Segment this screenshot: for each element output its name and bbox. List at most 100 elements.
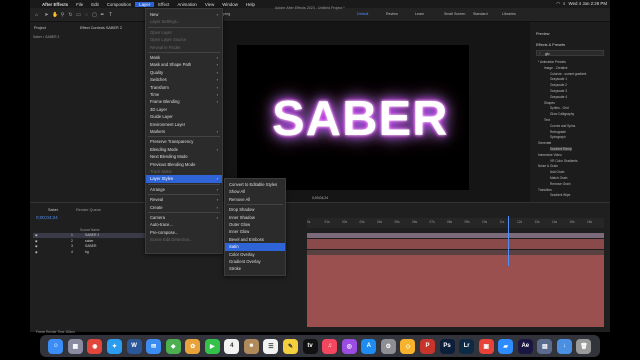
home-icon[interactable]: ⌂ [34,12,39,18]
effects-tree-item[interactable]: Add Grain [550,170,564,174]
effects-tree-item[interactable]: Noise & Grain [538,164,558,168]
mail-icon[interactable]: ✉ [146,338,162,354]
layer-menu-item-new[interactable]: New › [146,11,222,18]
menu-composition[interactable]: Composition [103,2,135,7]
wifi-icon[interactable]: ◠ [556,1,560,7]
launchpad-icon[interactable]: ▦ [67,338,83,354]
visibility-eye-icon[interactable]: ◉ [35,233,38,237]
layer-menu-item-3d-layer[interactable]: 3D Layer [146,106,222,113]
workspace-learn[interactable]: Learn [415,12,424,16]
selection-tool-icon[interactable]: ➤ [44,12,49,18]
pen-tool-icon[interactable]: ✒ [100,12,105,18]
effects-tree-item[interactable]: Grayscale 2 [550,83,567,87]
pdf-icon[interactable]: P [419,338,435,354]
layer-track-bar[interactable] [307,238,604,244]
layer-menu-item-time[interactable]: Time › [146,91,222,98]
layer-name[interactable]: bg [85,250,89,254]
layer-menu-item-next-blending-mode[interactable]: Next Blending Mode [146,153,222,160]
styles-menu-item-color-overlay[interactable]: Color Overlay [225,251,285,258]
layer-row[interactable]: ◉ 3 SABER [33,244,148,249]
app-icon[interactable]: ▣ [478,338,494,354]
visibility-eye-icon[interactable]: ◉ [35,250,38,254]
contacts-icon[interactable]: ☻ [243,338,259,354]
tv-icon[interactable]: tv [302,338,318,354]
layer-track-bar[interactable] [307,244,604,249]
sketch-icon[interactable]: ◇ [400,338,416,354]
effects-tree-item[interactable]: Glow Calligraphy [550,112,574,116]
tab-saber-comp[interactable]: Saber [48,208,58,212]
styles-menu-item-remove-all[interactable]: Remove All [225,196,285,203]
effects-tree-item[interactable]: Colorize - sunset gradient [550,72,586,76]
layer-row[interactable]: ◉ 2 saber [33,239,148,244]
effects-tree-item[interactable]: Shapes [544,101,555,105]
styles-menu-item-drop-shadow[interactable]: Drop Shadow [225,206,285,213]
layer-menu-item-arrange[interactable]: Arrange › [146,186,222,193]
viewer-timecode[interactable]: 0;00;04;24 [312,196,328,200]
playhead[interactable] [508,216,509,266]
effects-tree-item[interactable]: Immersive Video [538,153,562,157]
workspace-small-screen[interactable]: Small Screen [444,12,465,16]
menu-help[interactable]: Help [242,2,259,7]
preview-icon[interactable]: ▤ [537,338,553,354]
effects-tree-item[interactable]: Generate [538,141,551,145]
facetime-icon[interactable]: ▶ [204,338,220,354]
layer-menu-item-markers[interactable]: Markers › [146,128,222,135]
effects-tree-item[interactable]: Grayscale 3 [550,89,567,93]
menu-effect[interactable]: Effect [154,2,173,7]
layer-menu-item-camera[interactable]: Camera › [146,214,222,221]
effects-tree-item[interactable]: Match Grain [550,176,567,180]
styles-menu-item-convert-to-editable-styles[interactable]: Convert to Editable Styles [225,181,285,188]
workspace-standard[interactable]: Standard [473,12,488,16]
project-item[interactable]: Saber • SABER 2 [33,35,59,39]
effects-tree-item[interactable]: Gradient Ramp [550,147,572,151]
layer-menu-item-create[interactable]: Create › [146,204,222,211]
layer-menu-item-pre-compose[interactable]: Pre-compose... [146,229,222,236]
styles-menu-item-stroke[interactable]: Stroke [225,265,285,272]
effects-tree-item[interactable]: Grayscale 1 [550,77,567,81]
time-ruler[interactable]: 0s 01s 02s 03s 04s 05s 06s 07s 08s 09s 10s 11s 12s 13… [307,218,604,228]
styles-menu-item-bevel-and-emboss[interactable]: Bevel and Emboss [225,236,285,243]
layer-menu-item-mask[interactable]: Mask › [146,54,222,61]
layer-menu-item-environment-layer[interactable]: Environment Layer [146,121,222,128]
trash-icon[interactable]: 🗑 [576,338,592,354]
camera-tool-icon[interactable]: ▭ [76,12,81,18]
visibility-eye-icon[interactable]: ◉ [35,239,38,243]
pan-tool-icon[interactable]: ◌ [84,12,89,18]
workspace-libraries[interactable]: Libraries [502,12,516,16]
layer-track-bar[interactable] [307,233,604,238]
search-icon[interactable]: ⌕ [563,1,565,7]
menu-file[interactable]: File [72,2,87,7]
tab-effect-controls[interactable]: Effect Controls SABER 2 [80,26,122,30]
timeline-timecode[interactable]: 0;00;04;24 [36,215,58,220]
layer-menu-item-guide-layer[interactable]: Guide Layer [146,113,222,120]
menu-edit[interactable]: Edit [87,2,103,7]
layer-menu-item-frame-blending[interactable]: Frame Blending › [146,98,222,105]
reminders-icon[interactable]: ☰ [263,338,279,354]
layer-menu-item-blending-mode[interactable]: Blending Mode › [146,146,222,153]
effects-tree-item[interactable]: Retrograde [550,130,566,134]
menu-layer[interactable]: Layer [135,1,155,7]
rectangle-tool-icon[interactable]: ▢ [92,12,97,18]
layer-name[interactable]: SABER [85,244,97,248]
effects-tree-item[interactable]: Spirograph [550,135,566,139]
effects-presets-title[interactable]: Effects & Presets [536,43,565,47]
menu-animation[interactable]: Animation [173,2,201,7]
hand-tool-icon[interactable]: ✋ [52,12,58,18]
chrome-icon[interactable]: ◉ [87,338,103,354]
word-icon[interactable]: W [126,338,142,354]
effects-tree-item[interactable]: Curves and Spins [550,124,575,128]
tab-render-queue[interactable]: Render Queue [76,208,101,212]
layer-menu-item-preserve-transparency[interactable]: Preserve Transparency [146,138,222,145]
layer-menu-item-layer-styles[interactable]: Layer Styles › [146,175,222,183]
effects-tree-item[interactable]: Remove Grain [550,182,571,186]
clock[interactable]: Wed 4 Jan 2:28 PM [569,1,607,7]
layer-menu-item-reveal[interactable]: Reveal › [146,196,222,203]
downloads-icon[interactable]: ↓ [556,338,572,354]
effects-tree-item[interactable]: Transition [538,188,552,192]
photoshop-icon[interactable]: Ps [439,338,455,354]
finder-icon[interactable]: ☺ [48,338,64,354]
menu-window[interactable]: Window [218,2,242,7]
safari-icon[interactable]: ✦ [106,338,122,354]
appstore-icon[interactable]: A [361,338,377,354]
tab-project[interactable]: Project [34,26,46,30]
